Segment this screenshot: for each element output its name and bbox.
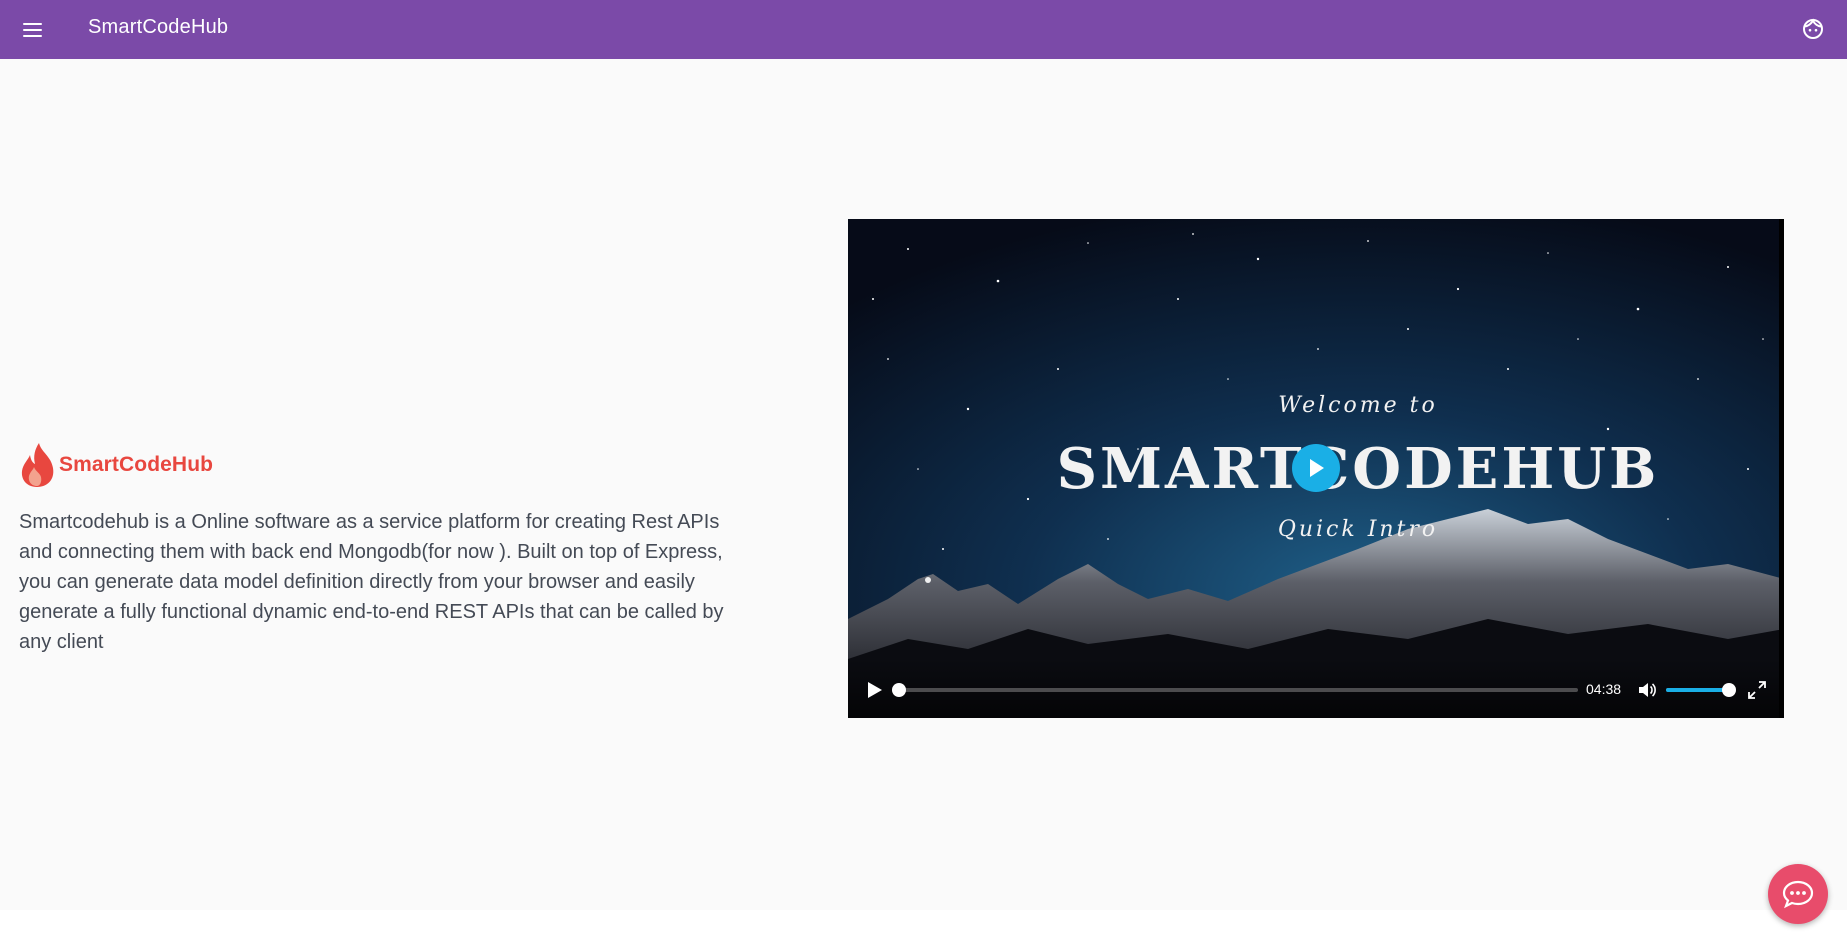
poster-subtitle-text: Quick Intro [1277, 517, 1439, 542]
video-progress-bar[interactable] [892, 683, 1578, 697]
top-app-bar: SmartCodeHub [0, 0, 1847, 59]
fullscreen-icon[interactable] [1746, 679, 1768, 701]
video-controls: 04:38 [848, 658, 1784, 718]
volume-slider[interactable] [1666, 683, 1736, 697]
volume-icon[interactable] [1636, 679, 1658, 701]
flame-icon [21, 443, 54, 487]
play-icon[interactable] [863, 679, 885, 701]
progress-thumb[interactable] [892, 683, 906, 697]
video-edge [1779, 219, 1784, 718]
volume-thumb[interactable] [1721, 683, 1736, 697]
chat-bubble-icon[interactable] [1768, 864, 1828, 924]
footer-band [0, 910, 1847, 943]
page: SmartCodeHub SmartCodeHub Smartcodehub i… [0, 0, 1847, 943]
volume-fill [1666, 688, 1729, 692]
video-duration: 04:38 [1586, 681, 1622, 697]
logo-text: SmartCodeHub [59, 453, 214, 476]
menu-icon[interactable] [14, 12, 50, 48]
intro-description: Smartcodehub is a Online software as a s… [19, 511, 724, 653]
poster-welcome-text: Welcome to [1278, 393, 1438, 418]
intro-video-player[interactable]: Welcome to SMARTCODEHUB Quick Intro 04:3… [848, 219, 1784, 718]
play-circle-icon[interactable] [1292, 444, 1340, 492]
app-title: SmartCodeHub [88, 16, 229, 38]
smartcodehub-logo: SmartCodeHub [19, 442, 213, 488]
account-face-icon[interactable] [1799, 15, 1827, 43]
